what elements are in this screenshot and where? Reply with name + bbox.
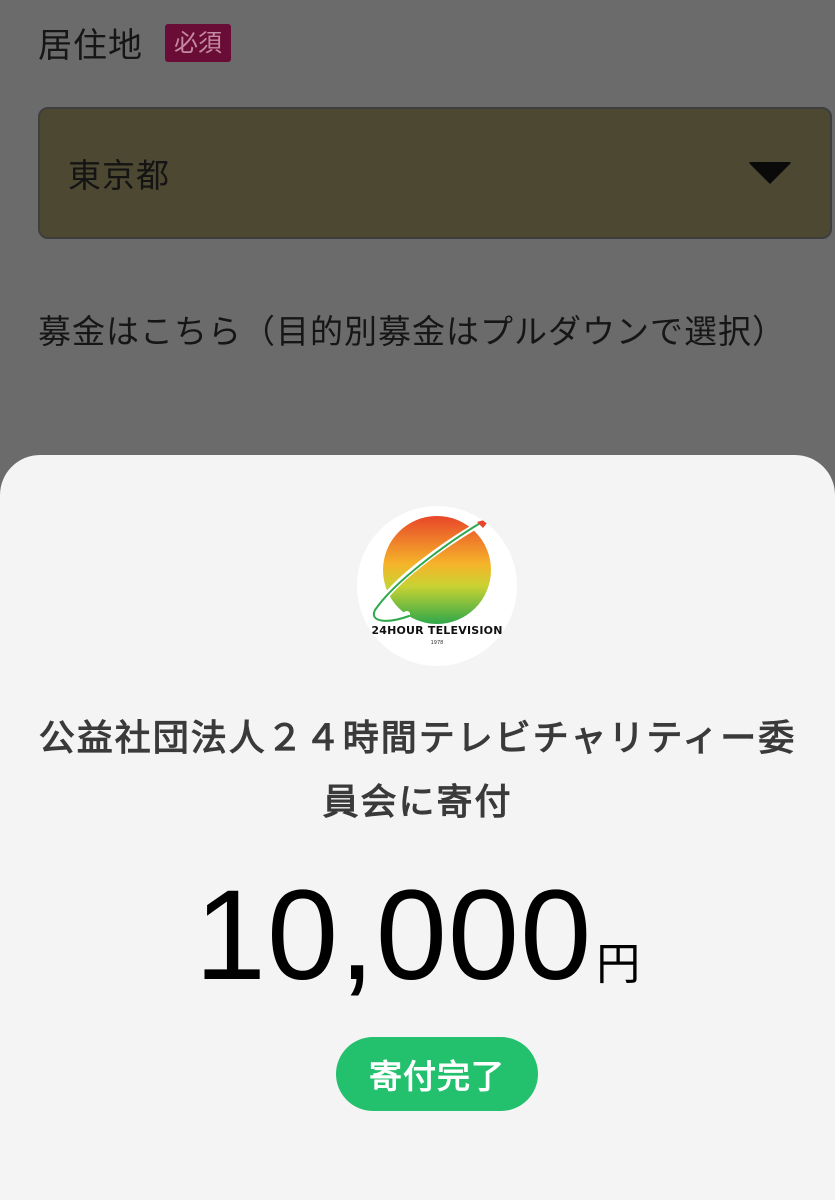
residence-select[interactable]: 東京都 — [38, 107, 832, 239]
currency-unit: 円 — [596, 939, 641, 990]
donee-title-line-1: 公益社団法人２４時間テレビチャリティー委 — [38, 718, 797, 759]
required-badge: 必須 — [165, 23, 231, 62]
donee-title-line-2: 員会に寄付 — [322, 782, 513, 823]
residence-label: 居住地 — [38, 26, 143, 66]
donation-complete-badge: 寄付完了 — [336, 1037, 538, 1111]
logo-text: 24HOUR TELEVISION — [371, 624, 503, 637]
fund-select-label: 募金はこちら（目的別募金はプルダウンで選択） — [38, 312, 786, 351]
donee-title: 公益社団法人２４時間テレビチャリティー委 員会に寄付 — [0, 707, 835, 835]
residence-field-label: 居住地 必須 — [38, 18, 231, 67]
chevron-down-icon — [748, 162, 792, 184]
residence-select-value: 東京都 — [68, 156, 170, 195]
24hour-television-logo-icon: 24HOUR TELEVISION 1978 — [357, 506, 517, 666]
amount-value: 10,000 — [194, 864, 593, 1007]
donation-amount: 10,000円 — [0, 862, 835, 1009]
logo-subtext: 1978 — [430, 640, 444, 646]
